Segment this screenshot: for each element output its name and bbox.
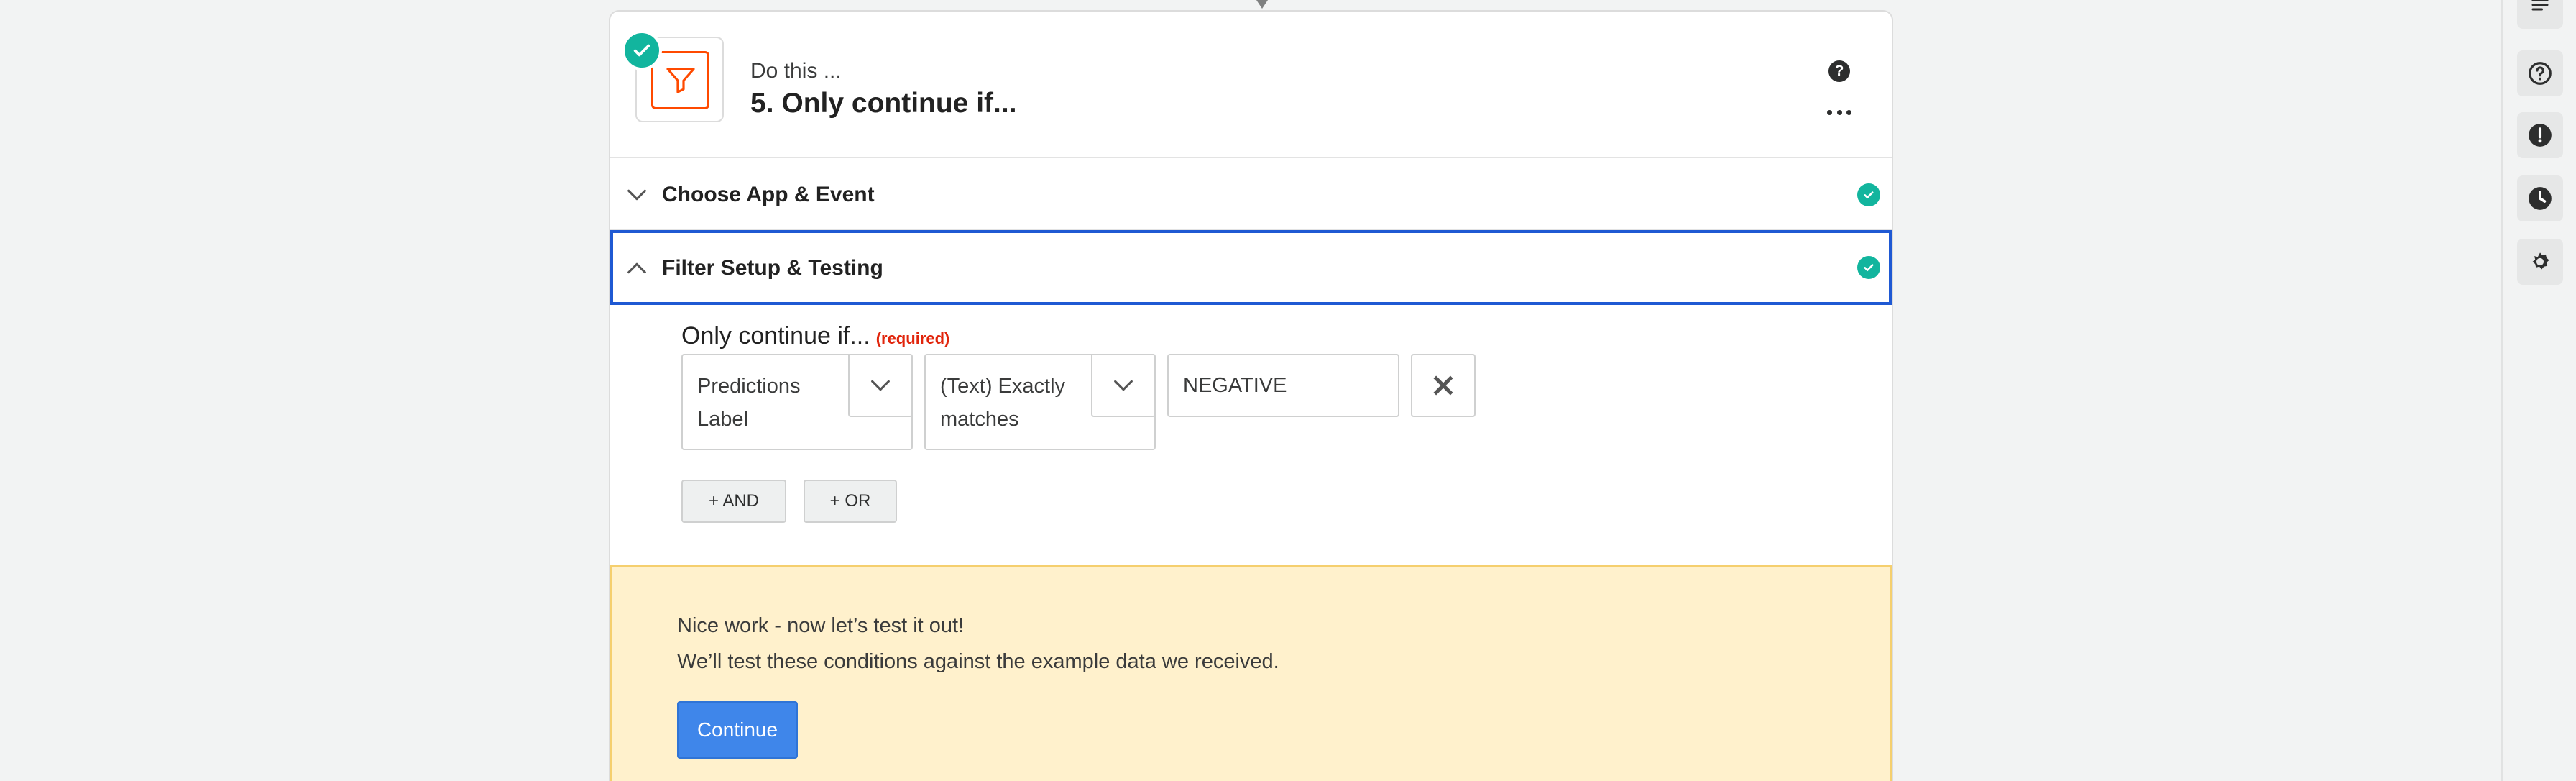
dot [1846,109,1852,115]
field-word-2: Label [697,408,748,431]
condition-operator-value: (Text) Exactly matches [940,370,1065,436]
section-title: Filter Setup & Testing [662,256,883,280]
check-circle-icon [622,30,662,70]
right-sidebar-rail [2501,0,2576,781]
section-title: Choose App & Event [662,183,875,206]
check-circle-icon [1857,256,1880,279]
chevron-down-icon [871,380,890,391]
close-icon [1433,375,1453,396]
add-and-button[interactable]: + AND [681,480,786,523]
condition-operator-select[interactable]: (Text) Exactly matches [924,354,1156,450]
condition-field-value: Predictions Label [697,370,800,436]
section-filter-setup-testing[interactable]: Filter Setup & Testing [610,230,1892,305]
operator-part-2: matches [940,408,1019,431]
field-word-1: Predictions [697,375,801,398]
step-header: Do this ... 5. Only continue if... ? [610,12,1892,158]
filter-label-text: Only continue if... [681,322,870,350]
test-notice-panel: Nice work - now let’s test it out! We’ll… [610,565,1892,781]
required-marker: (required) [875,329,950,347]
add-or-button[interactable]: + OR [804,480,897,523]
operator-dropdown-button[interactable] [1091,354,1156,417]
step-title[interactable]: 5. Only continue if... [750,88,1017,119]
dot [1836,109,1842,115]
continue-button[interactable]: Continue [677,701,798,759]
remove-condition-button[interactable] [1411,354,1476,417]
question-circle-icon[interactable]: ? [1828,60,1850,82]
notes-icon[interactable] [2517,0,2563,29]
filter-field-label: Only continue if... (required) [681,322,949,350]
step-card: Do this ... 5. Only continue if... ? Cho… [609,10,1893,781]
notice-headline: Nice work - now let’s test it out! [677,614,965,637]
filter-icon [651,51,709,109]
step-kicker: Do this ... [750,59,842,83]
chevron-up-icon [627,262,646,274]
dot [1827,109,1832,115]
section-choose-app-event[interactable]: Choose App & Event [610,158,1892,230]
notice-description: We’ll test these conditions against the … [677,650,1279,673]
condition-value-input[interactable] [1167,354,1399,417]
operator-part-1: (Text) Exactly [940,375,1066,398]
chevron-down-icon [627,189,646,201]
history-clock-icon[interactable] [2517,175,2563,221]
alert-icon[interactable] [2517,112,2563,158]
connector-arrow-icon [1256,0,1268,9]
condition-field-select[interactable]: Predictions Label [681,354,913,450]
chevron-down-icon [1114,380,1133,391]
check-circle-icon [1857,183,1880,206]
field-dropdown-button[interactable] [848,354,913,417]
help-circle-icon[interactable] [2517,50,2563,96]
more-horizontal-icon[interactable] [1827,105,1852,119]
settings-gear-icon[interactable] [2517,239,2563,285]
